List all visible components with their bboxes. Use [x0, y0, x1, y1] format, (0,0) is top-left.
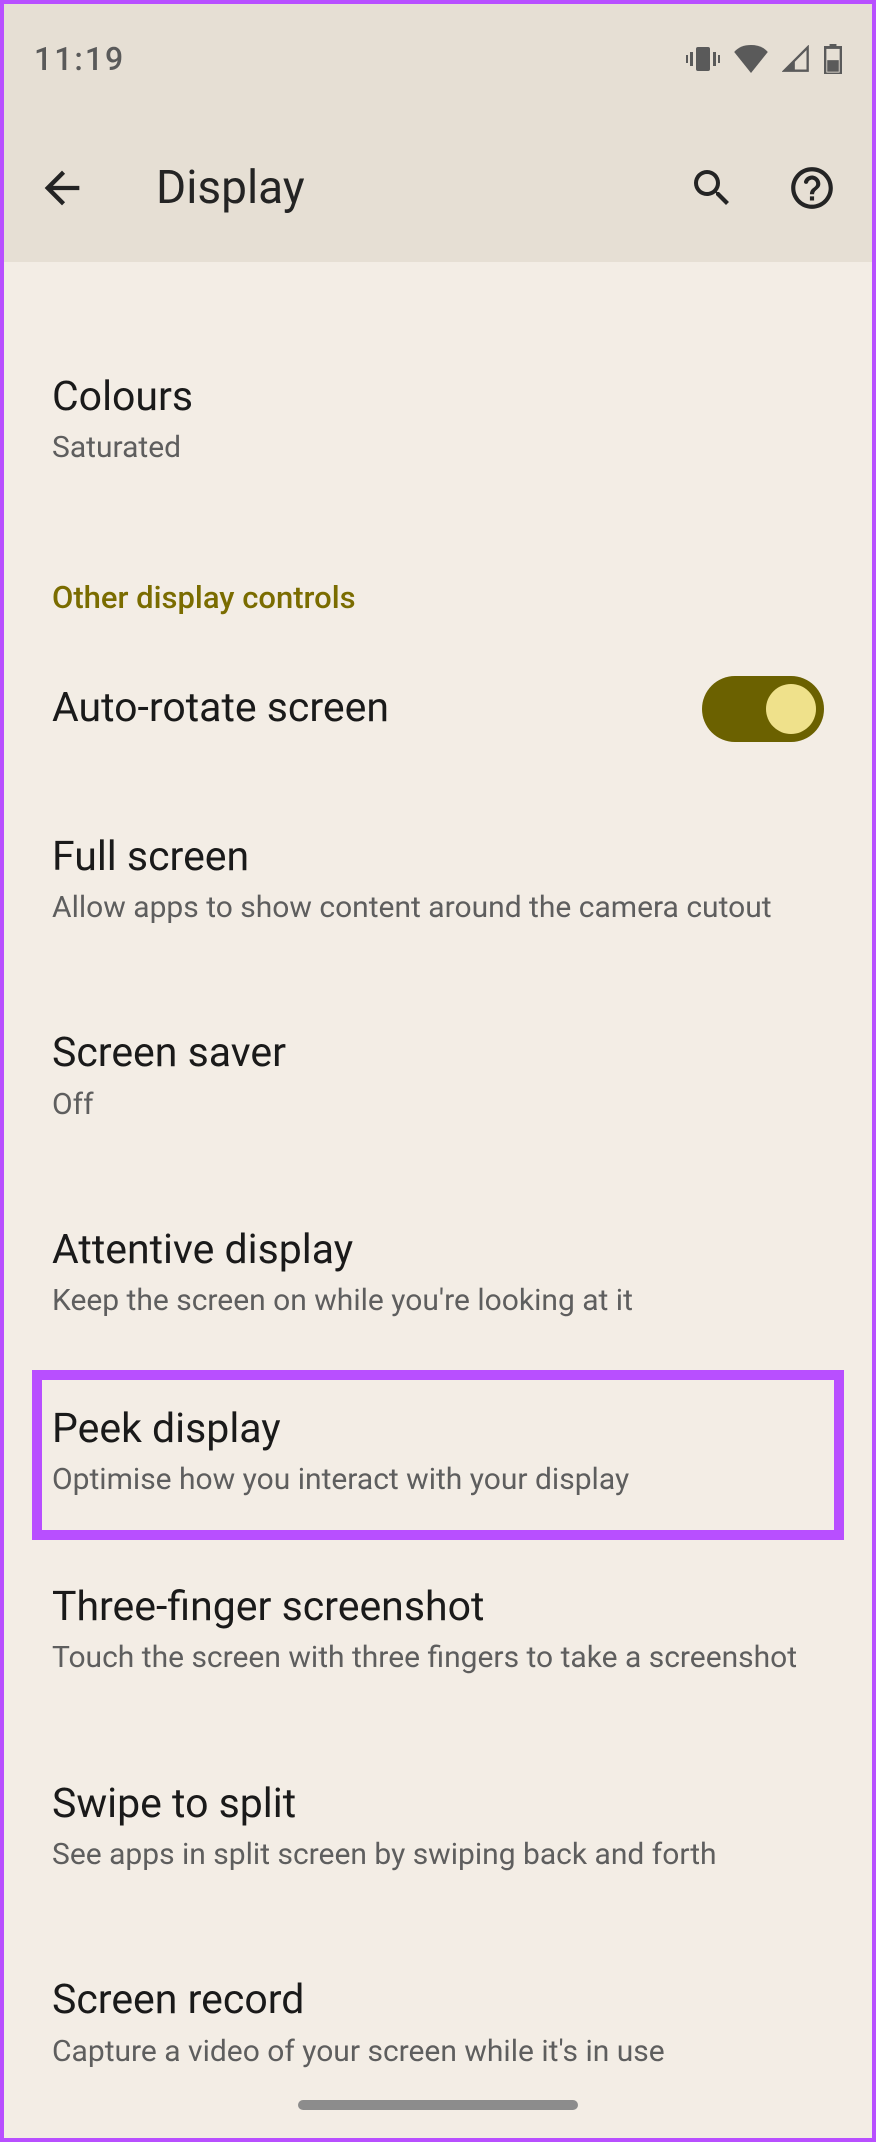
setting-title: Three-finger screenshot	[52, 1582, 824, 1633]
setting-title: Auto-rotate screen	[52, 683, 702, 734]
signal-icon	[782, 45, 810, 73]
battery-icon	[824, 44, 842, 74]
setting-subtitle: Keep the screen on while you're looking …	[52, 1280, 824, 1321]
setting-title: Peek display	[52, 1404, 824, 1455]
setting-auto-rotate[interactable]: Auto-rotate screen	[4, 636, 872, 782]
setting-screen-record[interactable]: Screen record Capture a video of your sc…	[4, 1945, 872, 2108]
setting-title: Screen record	[52, 1975, 824, 2026]
setting-title: Screen saver	[52, 1028, 824, 1079]
setting-subtitle: Saturated	[52, 427, 824, 468]
nav-handle[interactable]	[298, 2100, 578, 2110]
search-icon	[688, 164, 736, 212]
setting-subtitle: Capture a video of your screen while it'…	[52, 2031, 824, 2072]
setting-title: Colours	[52, 372, 824, 423]
setting-subtitle: Optimise how you interact with your disp…	[52, 1459, 824, 1500]
setting-subtitle: Allow apps to show content around the ca…	[52, 887, 824, 928]
setting-title: Swipe to split	[52, 1779, 824, 1830]
setting-title: Full screen	[52, 832, 824, 883]
setting-title: Attentive display	[52, 1225, 824, 1276]
vibrate-icon	[686, 45, 720, 73]
setting-full-screen[interactable]: Full screen Allow apps to show content a…	[4, 802, 872, 965]
wifi-icon	[734, 45, 768, 73]
setting-subtitle: Touch the screen with three fingers to t…	[52, 1637, 824, 1678]
back-button[interactable]	[28, 154, 96, 222]
toggle-knob	[766, 684, 816, 734]
search-button[interactable]	[684, 160, 740, 216]
page-title: Display	[136, 161, 644, 215]
setting-subtitle: See apps in split screen by swiping back…	[52, 1834, 824, 1875]
setting-swipe-to-split[interactable]: Swipe to split See apps in split screen …	[4, 1749, 872, 1912]
setting-three-finger-screenshot[interactable]: Three-finger screenshot Touch the screen…	[4, 1552, 872, 1715]
auto-rotate-toggle[interactable]	[702, 676, 824, 742]
setting-colours[interactable]: Colours Saturated	[4, 342, 872, 505]
setting-subtitle: Off	[52, 1084, 824, 1125]
help-button[interactable]	[784, 160, 840, 216]
status-bar: 11:19	[4, 4, 872, 114]
app-bar: Display	[4, 114, 872, 262]
setting-screen-saver[interactable]: Screen saver Off	[4, 998, 872, 1161]
setting-attentive-display[interactable]: Attentive display Keep the screen on whi…	[4, 1195, 872, 1358]
help-icon	[787, 163, 837, 213]
section-header: Other display controls	[4, 539, 872, 636]
settings-list: Colours Saturated Other display controls…	[4, 262, 872, 2108]
arrow-back-icon	[36, 162, 88, 214]
setting-peek-display[interactable]: Peek display Optimise how you interact w…	[32, 1370, 844, 1541]
status-time: 11:19	[34, 40, 125, 78]
status-icons	[686, 44, 842, 74]
